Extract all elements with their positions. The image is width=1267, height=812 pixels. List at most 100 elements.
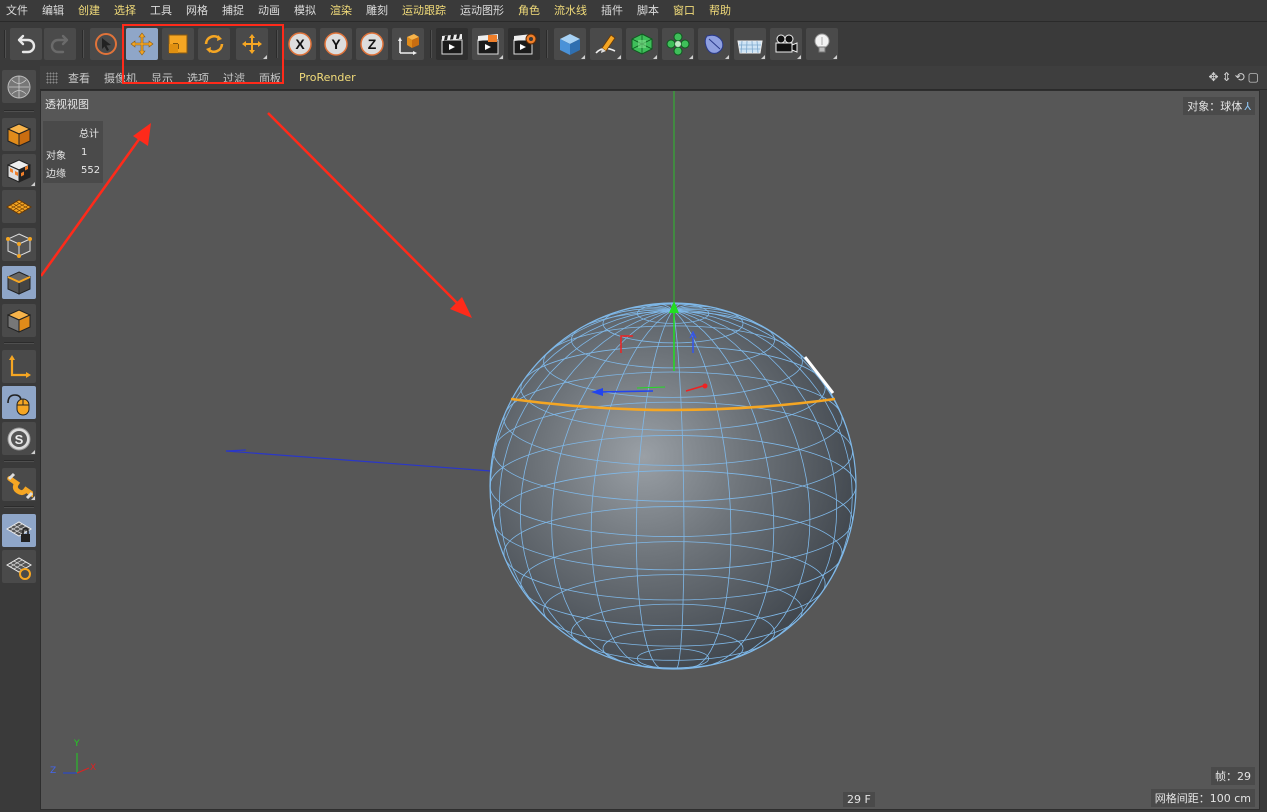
menu-item-3[interactable]: 选择 (114, 0, 136, 22)
model-mode-button[interactable] (2, 118, 36, 151)
workplane-lock-2-button[interactable] (2, 550, 36, 583)
coordinate-system-button[interactable] (392, 28, 424, 60)
x-axis-lock-button[interactable]: X (284, 28, 316, 60)
menu-item-12[interactable]: 运动图形 (460, 0, 504, 22)
viewport-grip (46, 71, 58, 84)
polygons-mode-button[interactable] (2, 304, 36, 337)
texture-mode-icon (6, 158, 32, 183)
z-axis-lock-button[interactable]: Z (356, 28, 388, 60)
orbit-icon[interactable]: ⟲ (1235, 70, 1245, 84)
world-z-axis-tail (225, 449, 247, 452)
maximize-icon[interactable]: ▢ (1248, 70, 1259, 84)
workplane-mode-button[interactable] (2, 190, 36, 223)
light-button[interactable] (806, 28, 838, 60)
cube-object-button[interactable] (554, 28, 586, 60)
menu-item-10[interactable]: 雕刻 (366, 0, 388, 22)
menu-item-0[interactable]: 文件 (6, 0, 28, 22)
svg-text:Y: Y (331, 36, 341, 52)
cloner-button[interactable] (662, 28, 694, 60)
pan-icon[interactable]: ✥ (1208, 70, 1218, 84)
points-mode-button[interactable] (2, 228, 36, 261)
axis-mode-button[interactable] (2, 350, 36, 383)
render-view-button[interactable] (436, 28, 468, 60)
z-axis-icon: Z (360, 32, 384, 56)
edges-mode-icon (6, 270, 32, 295)
render-to-picture-viewer-button[interactable] (472, 28, 504, 60)
undo-button[interactable] (10, 28, 42, 60)
workplane-lock-2-icon (6, 556, 32, 580)
annotation-arrows (41, 112, 472, 318)
axis-label-y: Y (74, 739, 80, 749)
gizmo-x-handle (702, 383, 708, 389)
menu-item-4[interactable]: 工具 (150, 0, 172, 22)
axis-mode-icon (9, 354, 31, 378)
subdivision-icon (631, 33, 653, 55)
menu-item-18[interactable]: 帮助 (709, 0, 731, 22)
stats-panel: 总计 对象 1 边缘 552 (43, 121, 103, 183)
deformer-icon (704, 34, 724, 54)
dolly-icon[interactable]: ⇕ (1222, 70, 1232, 84)
subdivision-surface-button[interactable] (626, 28, 658, 60)
select-arrow-icon (95, 33, 117, 55)
menu-item-16[interactable]: 脚本 (637, 0, 659, 22)
svg-text:X: X (295, 36, 305, 52)
floor-icon (737, 40, 763, 54)
camera-button[interactable] (770, 28, 802, 60)
menu-item-9[interactable]: 渲染 (330, 0, 352, 22)
viewport-scene (41, 91, 857, 774)
solo-button[interactable]: S (2, 422, 36, 455)
tweak-mode-button[interactable] (2, 386, 36, 419)
make-editable-button[interactable] (2, 70, 36, 103)
tweak-mode-icon (7, 393, 30, 415)
snap-button[interactable] (2, 468, 36, 501)
stats-edges-label: 边缘 (46, 169, 66, 180)
menu-item-5[interactable]: 网格 (186, 0, 208, 22)
menu-bar: 文件 编辑 创建 选择 工具 网格 捕捉 动画 模拟 渲染 雕刻 运动跟踪 运动图形 角色 流水线 插件 脚本窗… (0, 0, 1267, 22)
points-mode-icon (6, 232, 32, 258)
cloner-icon (666, 32, 690, 56)
y-axis-lock-button[interactable]: Y (320, 28, 352, 60)
snap-icon (7, 472, 33, 499)
x-axis-icon: X (288, 32, 312, 56)
camera-icon (775, 34, 798, 53)
redo-button[interactable] (44, 28, 76, 60)
redo-icon (50, 34, 69, 54)
solo-icon: S (7, 427, 31, 450)
menu-item-2[interactable]: 创建 (78, 0, 100, 22)
pen-icon (595, 34, 616, 54)
axis-label-z: Z (50, 766, 57, 776)
menu-item-14[interactable]: 流水线 (554, 0, 587, 22)
live-selection-button[interactable] (90, 28, 122, 60)
undo-icon (17, 34, 36, 54)
viewport-title: 透视视图 (45, 98, 89, 111)
menu-item-13[interactable]: 角色 (518, 0, 540, 22)
menu-item-8[interactable]: 模拟 (294, 0, 316, 22)
viewport-menu-prorender[interactable]: ProRender (299, 71, 356, 84)
menu-item-15[interactable]: 插件 (601, 0, 623, 22)
frame-indicator: 帧：29 (1211, 767, 1255, 785)
stats-header: 总计 (79, 129, 99, 140)
render-picture-viewer-icon (477, 34, 499, 55)
render-settings-button[interactable] (508, 28, 540, 60)
menu-item-17[interactable]: 窗口 (673, 0, 695, 22)
cinema4d-window: 文件 编辑 创建 选择 工具 网格 捕捉 动画 模拟 渲染 雕刻 运动跟踪 运动图形 角色 流水线 插件 脚本窗… (0, 0, 1267, 812)
menu-item-6[interactable]: 捕捉 (222, 0, 244, 22)
workplane-lock-button[interactable] (2, 514, 36, 547)
model-mode-icon (6, 122, 32, 147)
menu-item-11[interactable]: 运动跟踪 (402, 0, 446, 22)
render-settings-icon (513, 33, 537, 55)
menu-item-7[interactable]: 动画 (258, 0, 280, 22)
make-editable-icon (7, 75, 31, 98)
floor-button[interactable] (734, 28, 766, 60)
y-axis-icon: Y (324, 32, 348, 56)
coordinate-system-icon (398, 34, 419, 55)
sphere-object[interactable] (489, 302, 857, 670)
texture-mode-button[interactable] (2, 154, 36, 187)
viewport-menu-view[interactable]: 查看 (68, 70, 90, 86)
deformer-button[interactable] (698, 28, 730, 60)
edges-mode-button[interactable] (2, 266, 36, 299)
svg-text:Z: Z (368, 36, 377, 52)
pen-tool-button[interactable] (590, 28, 622, 60)
perspective-viewport[interactable]: 透视视图 对象：球体 ⅄ 总计 对象 1 边缘 552 Y X Z 帧：29 2… (40, 90, 1260, 810)
menu-item-1[interactable]: 编辑 (42, 0, 64, 22)
